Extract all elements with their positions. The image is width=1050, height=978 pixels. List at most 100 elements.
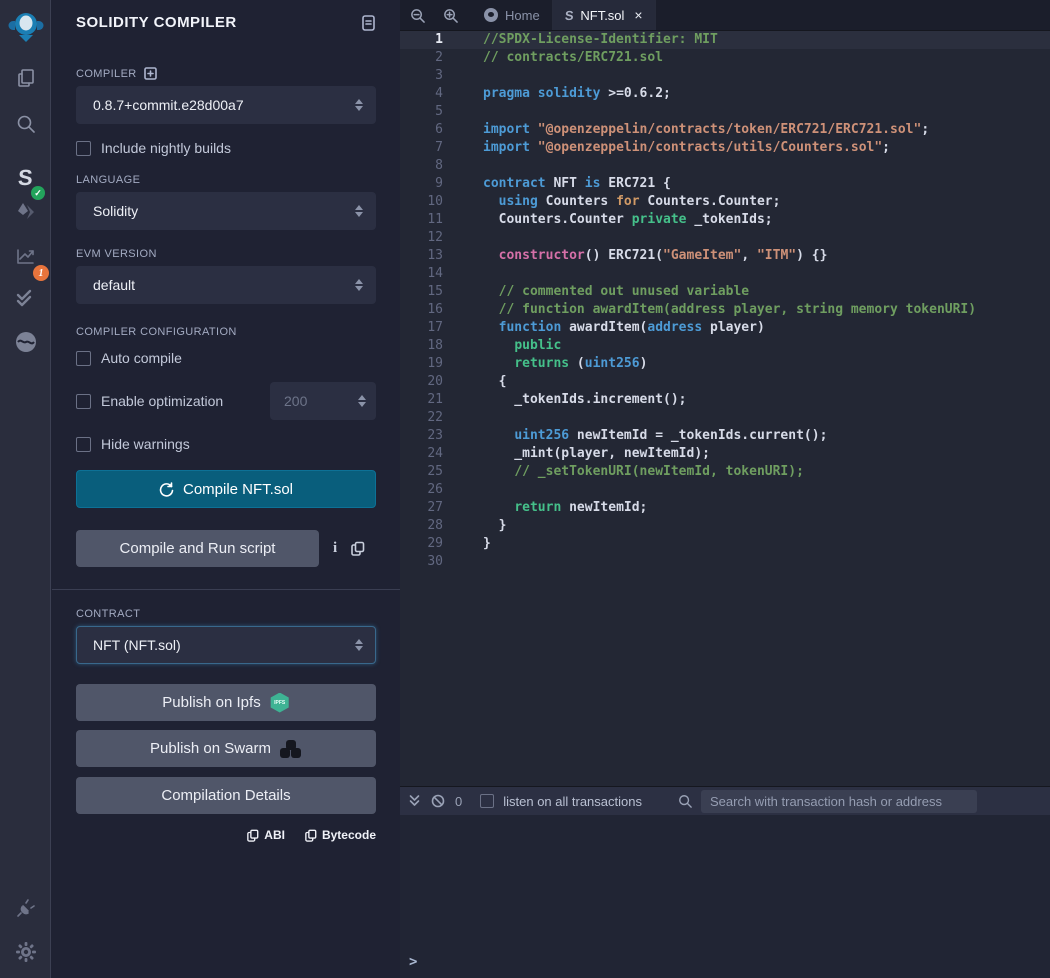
code-line[interactable]: 6import "@openzeppelin/contracts/token/E…: [400, 121, 1050, 139]
swarm-icon: [280, 740, 302, 758]
plugin-chart-icon[interactable]: 1: [0, 236, 51, 276]
code-line[interactable]: 15 // commented out unused variable: [400, 283, 1050, 301]
search-icon[interactable]: [0, 104, 51, 144]
auto-compile-checkbox[interactable]: [76, 351, 91, 366]
code-line[interactable]: 21 _tokenIds.increment();: [400, 391, 1050, 409]
code-editor[interactable]: 1//SPDX-License-Identifier: MIT2// contr…: [400, 31, 1050, 786]
plugin-manager-icon[interactable]: [0, 888, 51, 928]
line-number: 14: [400, 265, 457, 283]
info-icon[interactable]: i: [333, 540, 337, 557]
line-number: 6: [400, 121, 457, 139]
static-analysis-icon[interactable]: [0, 278, 51, 318]
terminal-search-icon: [678, 794, 692, 808]
compile-button[interactable]: Compile NFT.sol: [76, 470, 376, 508]
code-line[interactable]: 5: [400, 103, 1050, 121]
code-line[interactable]: 19 returns (uint256): [400, 355, 1050, 373]
code-line[interactable]: 1//SPDX-License-Identifier: MIT: [400, 31, 1050, 49]
line-content: [457, 67, 483, 85]
compiler-label: COMPILER: [76, 68, 137, 80]
code-line[interactable]: 27 return newItemId;: [400, 499, 1050, 517]
documentation-book-icon[interactable]: [361, 15, 376, 31]
code-line[interactable]: 28 }: [400, 517, 1050, 535]
terminal-toolbar: 0 listen on all transactions: [400, 786, 1050, 815]
line-content: // commented out unused variable: [457, 283, 749, 301]
copy-icon[interactable]: [351, 541, 365, 556]
deploy-run-icon[interactable]: [0, 192, 51, 232]
code-line[interactable]: 29}: [400, 535, 1050, 553]
nightly-builds-checkbox[interactable]: [76, 141, 91, 156]
line-number: 26: [400, 481, 457, 499]
evm-version-select[interactable]: default: [76, 266, 376, 304]
panel-title: SOLIDITY COMPILER: [76, 14, 237, 31]
line-number: 2: [400, 49, 457, 67]
compile-and-run-button[interactable]: Compile and Run script: [76, 530, 319, 567]
code-line[interactable]: 9contract NFT is ERC721 {: [400, 175, 1050, 193]
file-explorer-icon[interactable]: [0, 58, 51, 98]
line-content: _mint(player, newItemId);: [457, 445, 710, 463]
tab-nft-sol[interactable]: S NFT.sol ×: [553, 0, 656, 30]
code-line[interactable]: 18 public: [400, 337, 1050, 355]
zoom-out-icon[interactable]: [410, 8, 425, 23]
line-content: contract NFT is ERC721 {: [457, 175, 671, 193]
code-line[interactable]: 12: [400, 229, 1050, 247]
runs-stepper-icon[interactable]: [358, 395, 366, 407]
code-line[interactable]: 30: [400, 553, 1050, 571]
compilation-details-button[interactable]: Compilation Details: [76, 777, 376, 814]
line-number: 5: [400, 103, 457, 121]
copy-abi-button[interactable]: ABI: [247, 828, 285, 842]
code-line[interactable]: 13 constructor() ERC721("GameItem", "ITM…: [400, 247, 1050, 265]
listen-transactions-checkbox[interactable]: [480, 794, 494, 808]
line-number: 27: [400, 499, 457, 517]
code-line[interactable]: 3: [400, 67, 1050, 85]
code-line[interactable]: 25 // _setTokenURI(newItemId, tokenURI);: [400, 463, 1050, 481]
zoom-in-icon[interactable]: [443, 8, 458, 23]
publish-ipfs-button[interactable]: Publish on Ipfs IPFS: [76, 684, 376, 721]
section-divider: [52, 589, 400, 590]
publish-swarm-button[interactable]: Publish on Swarm: [76, 730, 376, 767]
code-line[interactable]: 23 uint256 newItemId = _tokenIds.current…: [400, 427, 1050, 445]
compiler-version-select[interactable]: 0.8.7+commit.e28d00a7: [76, 86, 376, 124]
code-line[interactable]: 16 // function awardItem(address player,…: [400, 301, 1050, 319]
code-line[interactable]: 7import "@openzeppelin/contracts/utils/C…: [400, 139, 1050, 157]
copy-bytecode-button[interactable]: Bytecode: [305, 828, 376, 842]
code-line[interactable]: 14: [400, 265, 1050, 283]
hide-warnings-checkbox[interactable]: [76, 437, 91, 452]
line-content: //SPDX-License-Identifier: MIT: [457, 31, 718, 49]
clear-terminal-icon[interactable]: [431, 794, 445, 808]
code-line[interactable]: 20 {: [400, 373, 1050, 391]
remix-logo[interactable]: [0, 6, 51, 48]
line-number: 20: [400, 373, 457, 391]
terminal-search-input[interactable]: [701, 790, 977, 813]
code-line[interactable]: 22: [400, 409, 1050, 427]
contract-label: CONTRACT: [76, 608, 376, 620]
close-tab-icon[interactable]: ×: [634, 7, 642, 23]
line-number: 11: [400, 211, 457, 229]
code-line[interactable]: 10 using Counters for Counters.Counter;: [400, 193, 1050, 211]
tab-home[interactable]: Home: [472, 0, 553, 30]
code-line[interactable]: 26: [400, 481, 1050, 499]
line-number: 7: [400, 139, 457, 157]
code-line[interactable]: 4pragma solidity >=0.6.2;: [400, 85, 1050, 103]
optimization-runs-input[interactable]: 200: [270, 382, 376, 420]
line-content: constructor() ERC721("GameItem", "ITM") …: [457, 247, 827, 265]
contract-select[interactable]: NFT (NFT.sol): [76, 626, 376, 664]
line-content: [457, 103, 483, 121]
line-number: 25: [400, 463, 457, 481]
language-select[interactable]: Solidity: [76, 192, 376, 230]
code-line[interactable]: 11 Counters.Counter private _tokenIds;: [400, 211, 1050, 229]
add-compiler-icon[interactable]: [144, 67, 157, 80]
debugger-icon[interactable]: [0, 322, 51, 362]
code-line[interactable]: 17 function awardItem(address player): [400, 319, 1050, 337]
terminal-output[interactable]: >: [400, 815, 1050, 978]
line-content: [457, 553, 483, 571]
line-content: return newItemId;: [457, 499, 647, 517]
code-line[interactable]: 24 _mint(player, newItemId);: [400, 445, 1050, 463]
line-number: 29: [400, 535, 457, 553]
collapse-terminal-icon[interactable]: [408, 794, 421, 808]
code-line[interactable]: 8: [400, 157, 1050, 175]
enable-optimization-checkbox[interactable]: [76, 394, 91, 409]
line-number: 10: [400, 193, 457, 211]
line-number: 16: [400, 301, 457, 319]
settings-gear-icon[interactable]: [0, 932, 51, 972]
code-line[interactable]: 2// contracts/ERC721.sol: [400, 49, 1050, 67]
